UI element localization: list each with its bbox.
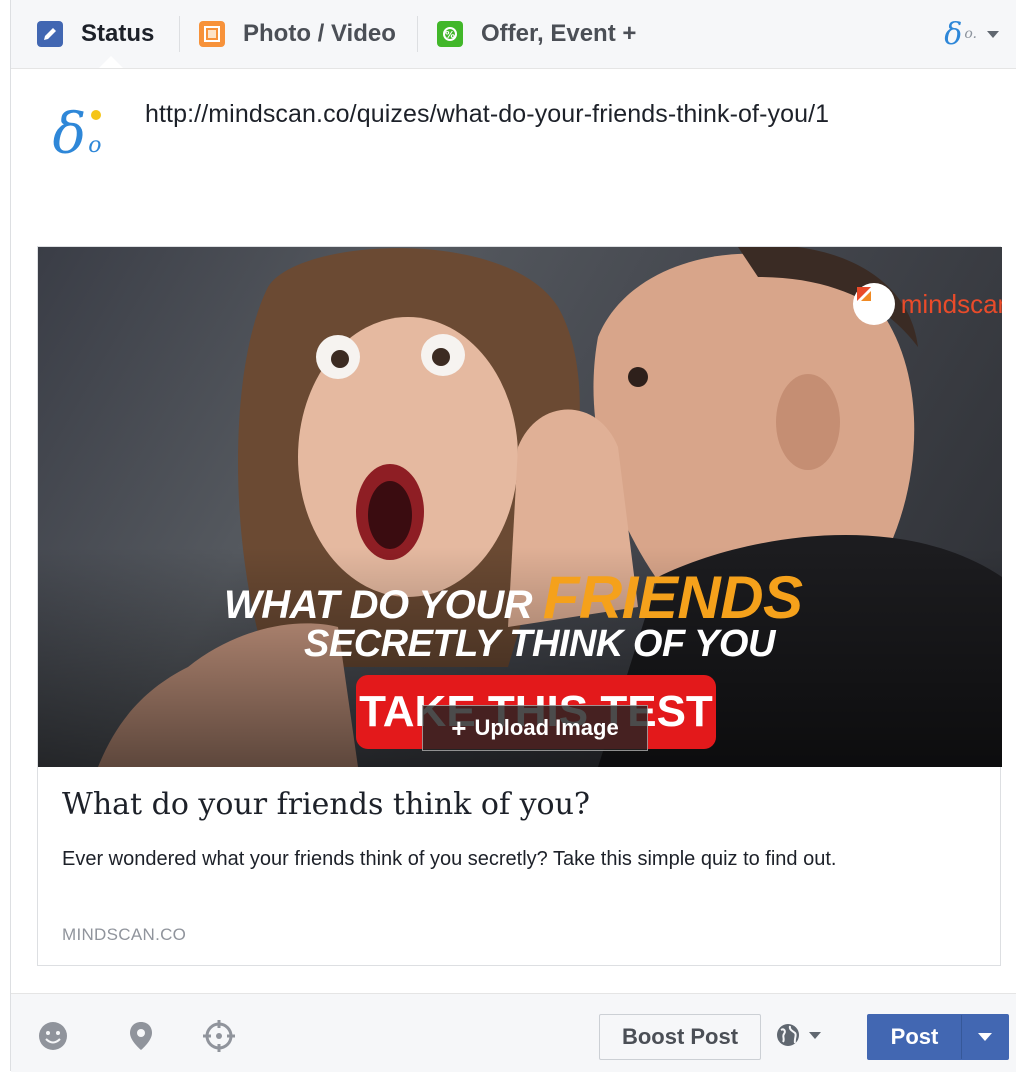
page-switcher-dots: o. xyxy=(964,26,977,42)
active-tab-caret xyxy=(99,56,123,68)
chevron-down-icon xyxy=(809,1031,821,1039)
tab-photo-video[interactable]: Photo / Video xyxy=(199,18,396,50)
chevron-down-icon xyxy=(987,30,999,38)
emoji-icon[interactable] xyxy=(35,1018,71,1054)
photo-icon xyxy=(199,21,225,47)
composer-tabs: Status Photo / Video % Offer, Event + δo… xyxy=(11,0,1016,69)
tab-offer-event-label: Offer, Event + xyxy=(481,20,637,47)
page-logo-dot xyxy=(91,110,101,120)
hero-headline: WHAT DO YOUR FRIENDS xyxy=(224,563,803,632)
post-text-input[interactable]: http://mindscan.co/quizes/what-do-your-f… xyxy=(145,100,829,129)
tab-photo-video-label: Photo / Video xyxy=(243,20,396,47)
plus-icon: + xyxy=(451,712,467,743)
brand-logo-icon xyxy=(852,283,895,325)
page-switcher-logo-icon: δ xyxy=(944,16,963,52)
target-icon[interactable] xyxy=(201,1018,237,1054)
tab-divider xyxy=(179,16,180,52)
hero-subheadline: SECRETLY THINK OF YOU xyxy=(304,623,775,665)
post-button-label: Post xyxy=(890,1024,939,1049)
tab-status[interactable]: Status xyxy=(37,18,154,50)
page-avatar: δo xyxy=(37,94,117,174)
upload-image-label: Upload Image xyxy=(474,715,619,740)
post-composer: Status Photo / Video % Offer, Event + δo… xyxy=(10,0,1016,1072)
pencil-icon xyxy=(37,21,63,47)
hero-headline-accent: FRIENDS xyxy=(542,564,803,631)
brand-name: mindscan xyxy=(900,288,1002,319)
page-logo-icon: δ xyxy=(52,101,87,167)
boost-post-button[interactable]: Boost Post xyxy=(599,1014,761,1060)
chevron-down-icon xyxy=(978,1033,992,1041)
brand-watermark: mindscan xyxy=(852,283,1002,325)
offer-icon: % xyxy=(437,21,463,47)
upload-image-button[interactable]: + Upload Image xyxy=(422,705,648,751)
page-logo-o: o xyxy=(88,132,102,158)
link-preview-image: mindscan WHAT DO YOUR FRIENDS SECRETLY T… xyxy=(38,247,1002,767)
post-options-dropdown[interactable] xyxy=(961,1015,1008,1059)
location-pin-icon[interactable] xyxy=(123,1018,159,1054)
svg-text:%: % xyxy=(445,30,455,41)
page-switcher[interactable]: δ o. xyxy=(944,16,999,52)
tab-divider xyxy=(417,16,418,52)
audience-selector[interactable] xyxy=(775,1022,821,1048)
post-button[interactable]: Post xyxy=(867,1014,1009,1060)
globe-icon xyxy=(777,1024,799,1046)
link-description[interactable]: Ever wondered what your friends think of… xyxy=(62,845,972,874)
link-domain: MINDSCAN.CO xyxy=(62,925,187,944)
composer-footer: Boost Post Post xyxy=(11,993,1016,1072)
tab-status-label: Status xyxy=(81,20,155,47)
link-title[interactable]: What do your friends think of you? xyxy=(62,787,590,822)
hero-headline-part1: WHAT DO YOUR xyxy=(224,583,543,627)
link-preview-card[interactable]: mindscan WHAT DO YOUR FRIENDS SECRETLY T… xyxy=(37,246,1002,966)
tab-offer-event[interactable]: % Offer, Event + xyxy=(437,18,636,50)
